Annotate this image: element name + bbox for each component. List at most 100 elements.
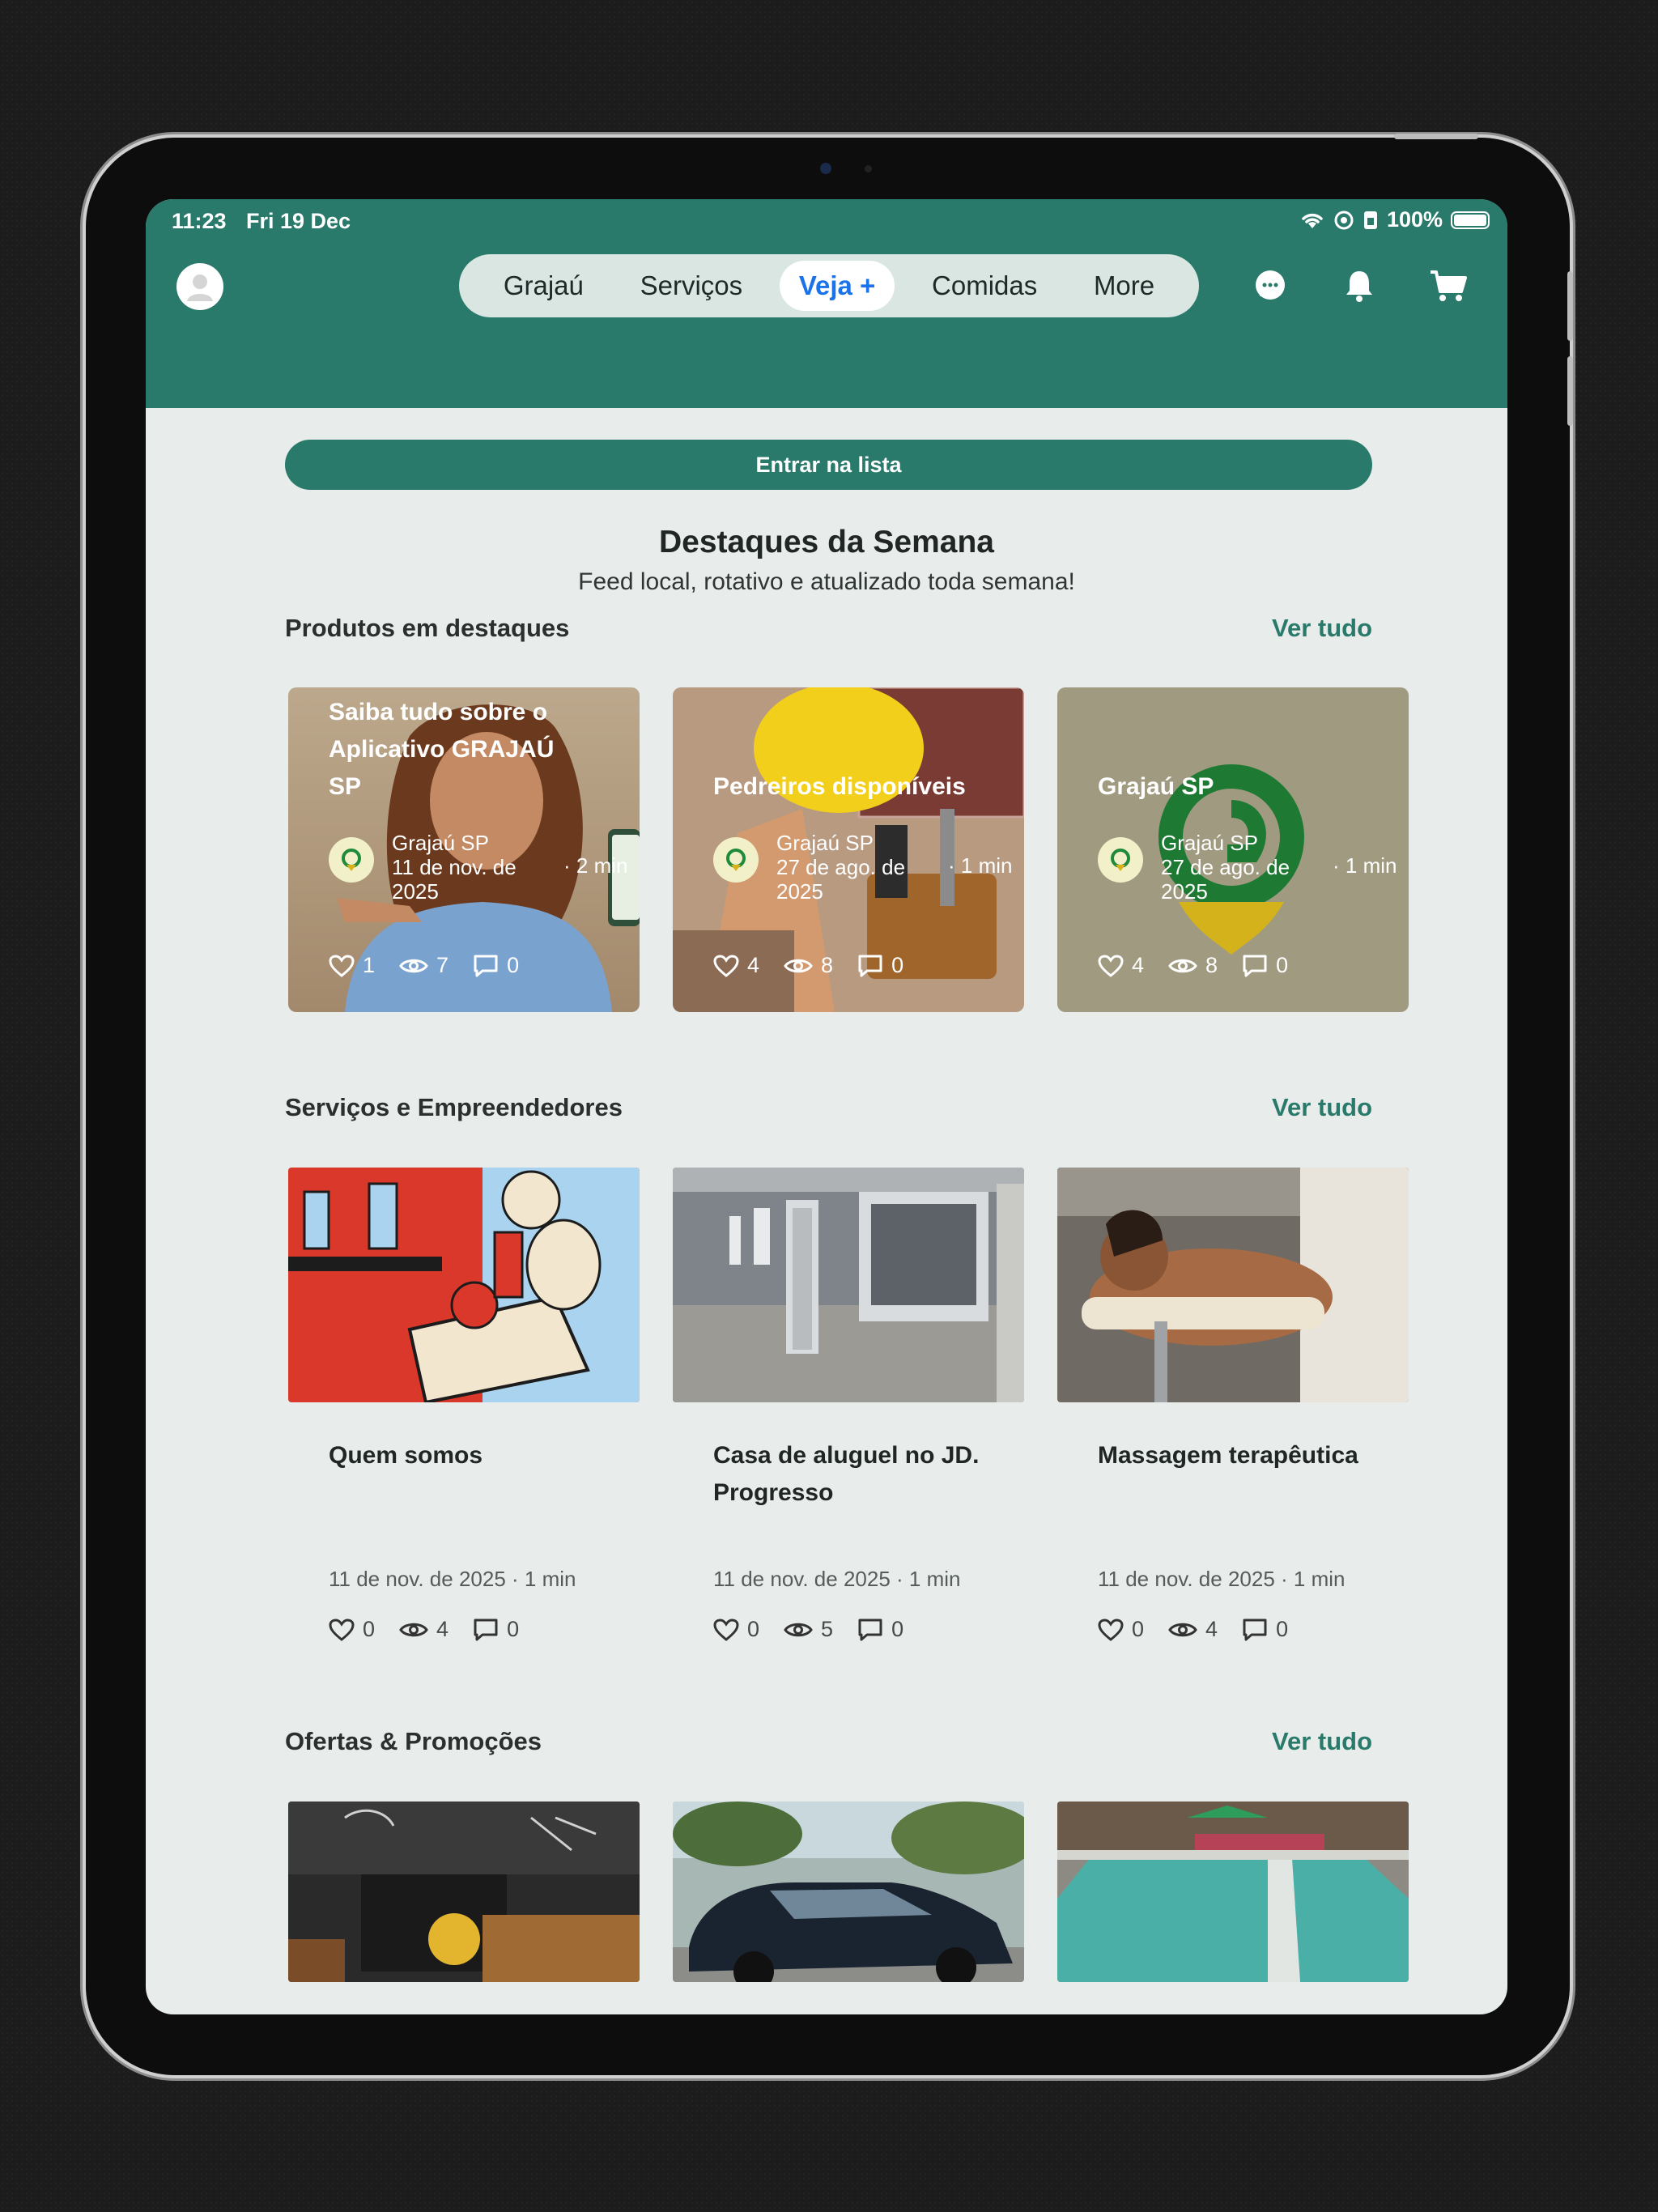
burger-shop-photo <box>288 1802 640 1982</box>
volume-down-button <box>1567 356 1573 426</box>
massage-photo <box>1057 1168 1409 1402</box>
offer-card-image[interactable] <box>1057 1802 1409 1982</box>
eye-icon <box>399 959 428 972</box>
car-photo <box>673 1802 1024 1982</box>
heart-icon[interactable] <box>329 1618 355 1641</box>
service-card-stats: 0 4 0 <box>329 1617 543 1642</box>
likes-count: 0 <box>1132 1617 1145 1641</box>
nav-tab-bar: Grajaú Serviços Veja + Comidas More <box>459 254 1199 317</box>
card-title: Grajaú SP <box>1098 773 1214 800</box>
comment-icon[interactable] <box>473 1618 499 1642</box>
cart-icon <box>1431 270 1467 301</box>
comments-count: 0 <box>507 1617 520 1641</box>
featured-see-all-link[interactable]: Ver tudo <box>1272 614 1372 643</box>
offer-card-image[interactable] <box>673 1802 1024 1982</box>
service-card-meta: 11 de nov. de 2025 · 1 min <box>713 1567 961 1591</box>
heart-icon[interactable] <box>713 954 739 977</box>
featured-row-header: Produtos em destaques Ver tudo <box>285 614 1372 643</box>
comments-count: 0 <box>1276 953 1289 977</box>
tab-veja-mais[interactable]: Veja + <box>779 261 895 311</box>
card-stats: 4 8 0 <box>1098 953 1312 978</box>
wifi-icon <box>1299 211 1325 230</box>
eye-icon <box>784 959 813 972</box>
featured-card[interactable]: Saiba tudo sobre o Aplicativo GRAJAÚ SP … <box>288 687 640 1012</box>
heart-icon[interactable] <box>713 1618 739 1641</box>
featured-card[interactable]: Grajaú SP Grajaú SP 27 de ago. de 2025 ·… <box>1057 687 1409 1012</box>
section-title: Destaques da Semana <box>658 525 994 559</box>
sim-icon <box>1363 210 1379 231</box>
status-time: 11:23 <box>172 209 227 233</box>
eye-icon <box>399 1623 428 1636</box>
card-author: Grajaú SP 11 de nov. de 2025 <box>329 831 554 904</box>
cart-button[interactable] <box>1426 264 1470 308</box>
camera-icon <box>820 163 831 174</box>
services-row-header: Serviços e Empreendedores Ver tudo <box>285 1093 1372 1122</box>
service-card-image[interactable] <box>1057 1168 1409 1402</box>
comment-icon[interactable] <box>857 954 883 978</box>
card-stats: 4 8 0 <box>713 953 928 978</box>
read-time: · 1 min <box>1333 853 1397 878</box>
notifications-button[interactable] <box>1337 264 1381 308</box>
service-card-image[interactable] <box>288 1168 640 1402</box>
card-title: Pedreiros disponíveis <box>713 773 966 800</box>
illustration-image <box>288 1168 640 1402</box>
author-name: Grajaú SP <box>1161 831 1258 855</box>
comments-count: 0 <box>891 1617 904 1641</box>
location-lock-icon <box>1333 210 1354 231</box>
views-count: 4 <box>1205 1617 1218 1641</box>
services-see-all-link[interactable]: Ver tudo <box>1272 1093 1372 1122</box>
post-date: 27 de ago. de 2025 <box>776 855 906 904</box>
grajau-logo-icon <box>713 837 759 883</box>
comment-icon[interactable] <box>1242 1618 1268 1642</box>
card-author: Grajaú SP 27 de ago. de 2025 <box>1098 831 1323 904</box>
heart-icon[interactable] <box>329 954 355 977</box>
join-list-button[interactable]: Entrar na lista <box>285 440 1372 490</box>
avatar[interactable] <box>176 263 223 310</box>
author-name: Grajaú SP <box>776 831 874 855</box>
chat-icon <box>1256 270 1285 300</box>
tab-more[interactable]: More <box>1074 261 1174 311</box>
tab-grajau[interactable]: Grajaú <box>484 261 603 311</box>
section-subtitle: Feed local, rotativo e atualizado toda s… <box>578 568 1075 595</box>
service-card-meta: 11 de nov. de 2025 · 1 min <box>1098 1567 1346 1591</box>
views-count: 8 <box>1205 953 1218 977</box>
tab-servicos[interactable]: Serviços <box>621 261 763 311</box>
battery-percent: 100% <box>1386 207 1443 232</box>
comments-count: 0 <box>1276 1617 1289 1641</box>
service-card-stats: 0 4 0 <box>1098 1617 1312 1642</box>
comments-count: 0 <box>891 953 904 977</box>
comment-icon[interactable] <box>473 954 499 978</box>
offers-see-all-link[interactable]: Ver tudo <box>1272 1727 1372 1756</box>
pool-photo <box>1057 1802 1409 1982</box>
top-button <box>1394 134 1478 139</box>
featured-card[interactable]: Pedreiros disponíveis Grajaú SP 27 de ag… <box>673 687 1024 1012</box>
eye-icon <box>1168 1623 1197 1636</box>
service-card-title: Casa de aluguel no JD. Progresso <box>713 1442 980 1506</box>
card-stats: 1 7 0 <box>329 953 543 978</box>
offer-card-image[interactable] <box>288 1802 640 1982</box>
post-date: 27 de ago. de 2025 <box>1161 855 1290 904</box>
battery-icon <box>1451 211 1490 229</box>
likes-count: 4 <box>1132 953 1145 977</box>
sensor-dot <box>865 165 872 172</box>
tab-comidas[interactable]: Comidas <box>912 261 1056 311</box>
heart-icon[interactable] <box>1098 954 1124 977</box>
service-card-image[interactable] <box>673 1168 1024 1402</box>
status-indicators: 100% <box>1299 207 1490 232</box>
bell-icon <box>1346 271 1372 302</box>
screen: 11:23 Fri 19 Dec 100% Grajaú Serviços Ve… <box>146 199 1507 2014</box>
author-name: Grajaú SP <box>392 831 489 855</box>
heart-icon[interactable] <box>1098 1618 1124 1641</box>
chat-button[interactable] <box>1248 264 1292 308</box>
user-avatar-icon <box>187 274 213 301</box>
eye-icon <box>784 1623 813 1636</box>
service-card-title: Massagem terapêutica <box>1098 1442 1358 1469</box>
post-date: 11 de nov. de 2025 <box>392 855 517 904</box>
read-time: · 2 min <box>563 853 628 878</box>
likes-count: 4 <box>747 953 760 977</box>
likes-count: 1 <box>363 953 376 977</box>
comment-icon[interactable] <box>857 1618 883 1642</box>
card-author: Grajaú SP 27 de ago. de 2025 <box>713 831 938 904</box>
eye-icon <box>1168 959 1197 972</box>
comment-icon[interactable] <box>1242 954 1268 978</box>
